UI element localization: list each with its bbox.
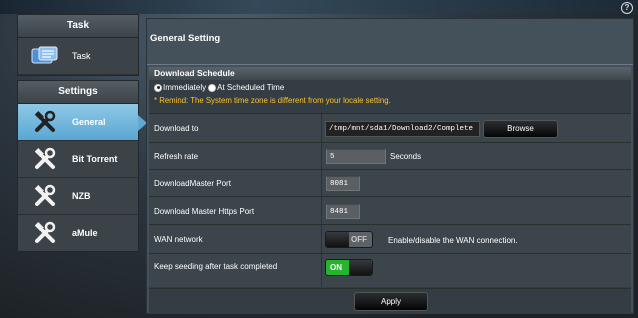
page-title: General Setting (150, 33, 221, 44)
refresh-rate-row: Refresh rate 5 Seconds (149, 142, 631, 169)
wan-network-row: WAN network OFF Enable/disable the WAN c… (149, 224, 631, 253)
sidebar-item-label: aMule (72, 228, 98, 238)
question-mark-icon[interactable]: ? (621, 2, 633, 14)
sidebar-item-task[interactable]: Task (18, 38, 138, 75)
apply-button[interactable]: Apply (354, 292, 428, 311)
toggle-state-label: OFF (351, 235, 367, 244)
settings-nav-heading: Settings (18, 81, 138, 104)
title-divider (147, 64, 633, 65)
keep-seeding-toggle[interactable]: ON (325, 259, 373, 276)
settings-nav: Settings General Bit Torrent NZB aMule (17, 80, 147, 252)
download-schedule-section: Download Schedule Immediately At Schedul… (149, 67, 631, 314)
row-divider (321, 254, 322, 287)
dm-port-row: DownloadMaster Port 8081 (149, 169, 631, 196)
tools-icon (30, 220, 60, 246)
section-heading: Download Schedule (149, 67, 631, 80)
sidebar-item-label: Bit Torrent (72, 154, 118, 164)
general-setting-panel: General Setting Download Schedule Immedi… (146, 18, 634, 314)
row-divider (321, 143, 322, 169)
sidebar-item-label: General (72, 117, 106, 127)
toggle-knob (349, 260, 372, 275)
dm-https-port-input[interactable]: 8481 (326, 204, 360, 219)
schedule-options: Immediately At Scheduled Time (154, 83, 284, 92)
refresh-rate-input[interactable]: 5 (326, 149, 386, 164)
download-to-label: Download to (154, 124, 199, 133)
refresh-rate-label: Refresh rate (154, 152, 199, 161)
toggle-knob (326, 232, 349, 247)
wan-network-toggle[interactable]: OFF (325, 231, 373, 248)
toggle-state-label: ON (330, 263, 342, 272)
download-path-field[interactable]: /tmp/mnt/sda1/Download2/Complete (325, 121, 480, 137)
wan-network-description: Enable/disable the WAN connection. (388, 236, 518, 245)
apply-row: Apply (149, 288, 631, 314)
top-banner (0, 0, 638, 14)
sidebar-item-general[interactable]: General (18, 104, 147, 141)
task-nav-heading: Task (18, 15, 138, 38)
keep-seeding-label: Keep seeding after task completed (154, 262, 278, 271)
task-list-icon (30, 43, 60, 69)
dm-port-input[interactable]: 8081 (326, 176, 360, 191)
refresh-rate-unit: Seconds (390, 152, 422, 161)
row-divider (321, 114, 322, 142)
sidebar-item-amule[interactable]: aMule (18, 215, 138, 251)
sidebar-item-nzb[interactable]: NZB (18, 178, 138, 215)
timezone-remind-text: * Remind: The System time zone is differ… (154, 96, 391, 105)
tools-icon (30, 183, 60, 209)
scheduled-time-radio[interactable] (208, 83, 217, 92)
scheduled-time-label[interactable]: At Scheduled Time (217, 83, 284, 92)
sidebar-item-label: NZB (72, 191, 91, 201)
task-nav: Task Task (17, 14, 139, 76)
immediately-label[interactable]: Immediately (163, 83, 206, 92)
wan-network-label: WAN network (154, 235, 203, 244)
browse-button[interactable]: Browse (483, 120, 558, 138)
keep-seeding-row: Keep seeding after task completed ON (149, 253, 631, 287)
row-divider (321, 197, 322, 224)
dm-https-port-label: Download Master Https Port (154, 207, 255, 216)
sidebar-item-bit-torrent[interactable]: Bit Torrent (18, 141, 138, 178)
tools-icon (30, 146, 60, 172)
row-divider (321, 170, 322, 196)
row-divider (321, 225, 322, 253)
tools-icon (30, 109, 60, 135)
download-to-row: Download to /tmp/mnt/sda1/Download2/Comp… (149, 113, 631, 142)
dm-port-label: DownloadMaster Port (154, 179, 231, 188)
dm-https-port-row: Download Master Https Port 8481 (149, 196, 631, 224)
immediately-radio[interactable] (154, 83, 162, 92)
sidebar-item-label: Task (72, 51, 91, 61)
